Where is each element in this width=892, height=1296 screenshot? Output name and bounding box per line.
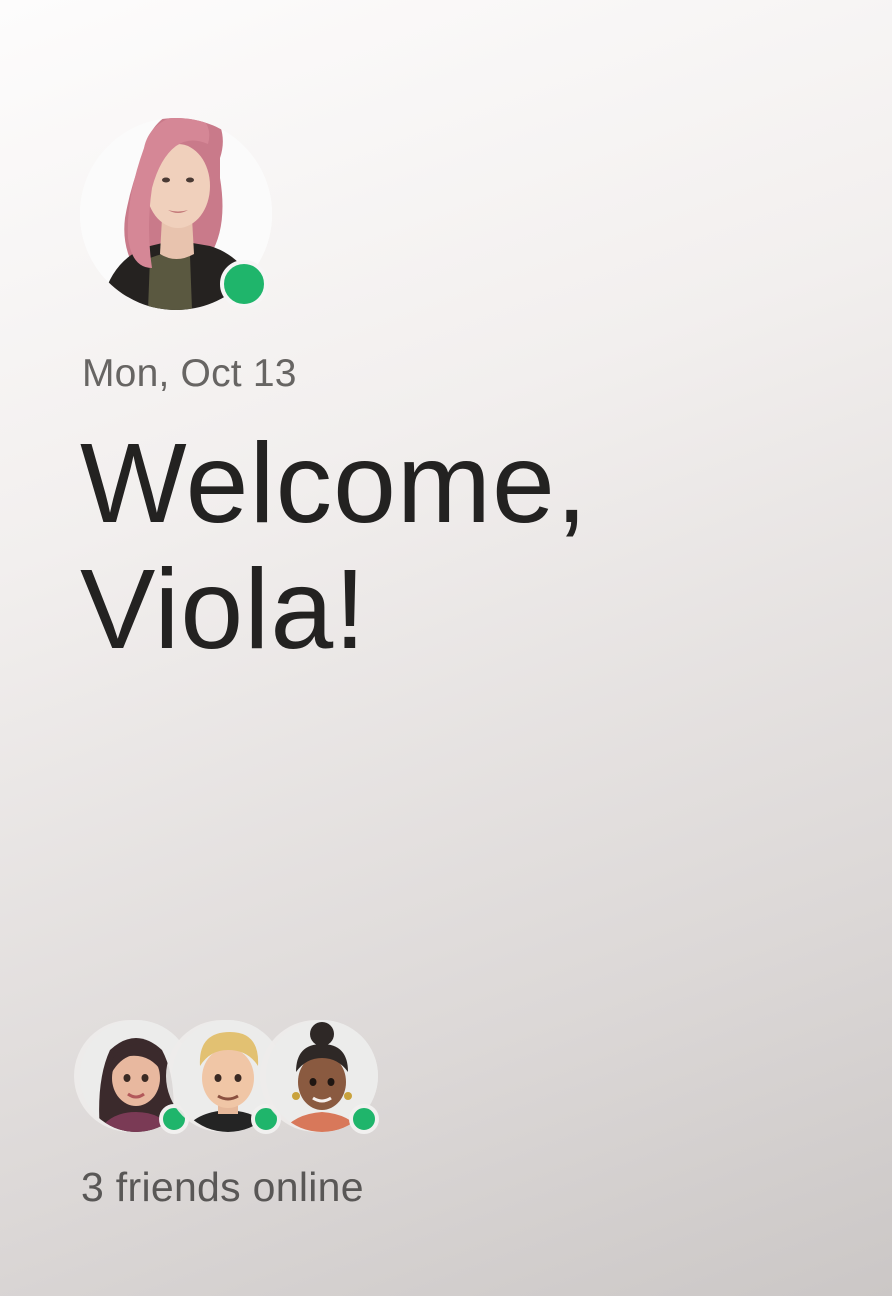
- welcome-heading: Welcome, Viola!: [80, 420, 588, 672]
- current-date: Mon, Oct 13: [82, 352, 297, 395]
- friends-online-label: 3 friends online: [81, 1164, 364, 1210]
- online-status-dot: [220, 260, 268, 308]
- friend-3-online-dot: [349, 1104, 379, 1134]
- welcome-user-name: Viola!: [80, 546, 367, 672]
- friends-online-group[interactable]: [80, 1020, 390, 1140]
- welcome-greeting: Welcome,: [80, 420, 589, 546]
